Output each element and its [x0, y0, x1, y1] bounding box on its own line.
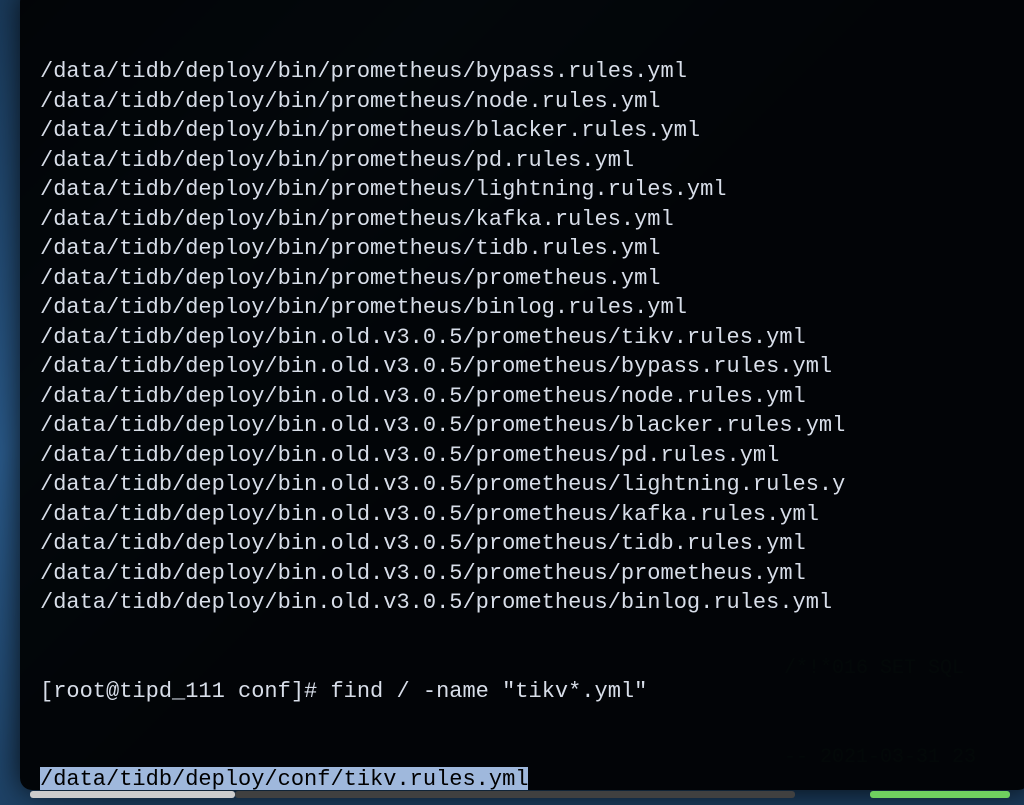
output-line: /data/tidb/deploy/bin.old.v3.0.5/prometh…	[40, 529, 1018, 559]
terminal-output: /data/tidb/deploy/bin/prometheus/bypass.…	[40, 57, 1018, 618]
output-line: /data/tidb/deploy/bin.old.v3.0.5/prometh…	[40, 323, 1018, 353]
output-line: /data/tidb/deploy/bin.old.v3.0.5/prometh…	[40, 559, 1018, 589]
output-line: /data/tidb/deploy/bin.old.v3.0.5/prometh…	[40, 411, 1018, 441]
command-line: [root@tipd_111 conf]# find / -name "tikv…	[40, 677, 1018, 707]
output-line: /data/tidb/deploy/bin/prometheus/pd.rule…	[40, 146, 1018, 176]
output-line: /data/tidb/deploy/bin/prometheus/bypass.…	[40, 57, 1018, 87]
scrollbar-track-segment	[235, 791, 795, 798]
horizontal-scrollbar[interactable]	[30, 791, 1010, 801]
output-line: /data/tidb/deploy/bin.old.v3.0.5/prometh…	[40, 352, 1018, 382]
output-line: /data/tidb/deploy/bin/prometheus/prometh…	[40, 264, 1018, 294]
shell-prompt: [root@tipd_111 conf]#	[40, 679, 330, 704]
selection-highlight[interactable]: /data/tidb/deploy/conf/tikv.rules.yml	[40, 767, 528, 790]
scrollbar-thumb-alt[interactable]	[870, 791, 1010, 798]
output-line: /data/tidb/deploy/bin.old.v3.0.5/prometh…	[40, 441, 1018, 471]
output-line: /data/tidb/deploy/bin/prometheus/node.ru…	[40, 87, 1018, 117]
output-line: /data/tidb/deploy/bin.old.v3.0.5/prometh…	[40, 382, 1018, 412]
scrollbar-thumb[interactable]	[30, 791, 235, 798]
output-line: /data/tidb/deploy/bin/prometheus/tidb.ru…	[40, 234, 1018, 264]
terminal-window[interactable]: /data/tidb/deploy/bin/prometheus/bypass.…	[20, 0, 1024, 790]
highlighted-path[interactable]: /data/tidb/deploy/conf/tikv.rules.yml	[40, 765, 1018, 790]
output-line: /data/tidb/deploy/bin/prometheus/blacker…	[40, 116, 1018, 146]
output-line: /data/tidb/deploy/bin.old.v3.0.5/prometh…	[40, 588, 1018, 618]
output-line: /data/tidb/deploy/bin/prometheus/kafka.r…	[40, 205, 1018, 235]
desktop-background: /*!*016 SET SQL -- 2021-03-31 23 -- Can'…	[0, 0, 1024, 805]
typed-command: find / -name "tikv*.yml"	[330, 679, 647, 704]
output-line: /data/tidb/deploy/bin/prometheus/binlog.…	[40, 293, 1018, 323]
output-line: /data/tidb/deploy/bin.old.v3.0.5/prometh…	[40, 470, 1018, 500]
output-line: /data/tidb/deploy/bin.old.v3.0.5/prometh…	[40, 500, 1018, 530]
output-line: /data/tidb/deploy/bin/prometheus/lightni…	[40, 175, 1018, 205]
